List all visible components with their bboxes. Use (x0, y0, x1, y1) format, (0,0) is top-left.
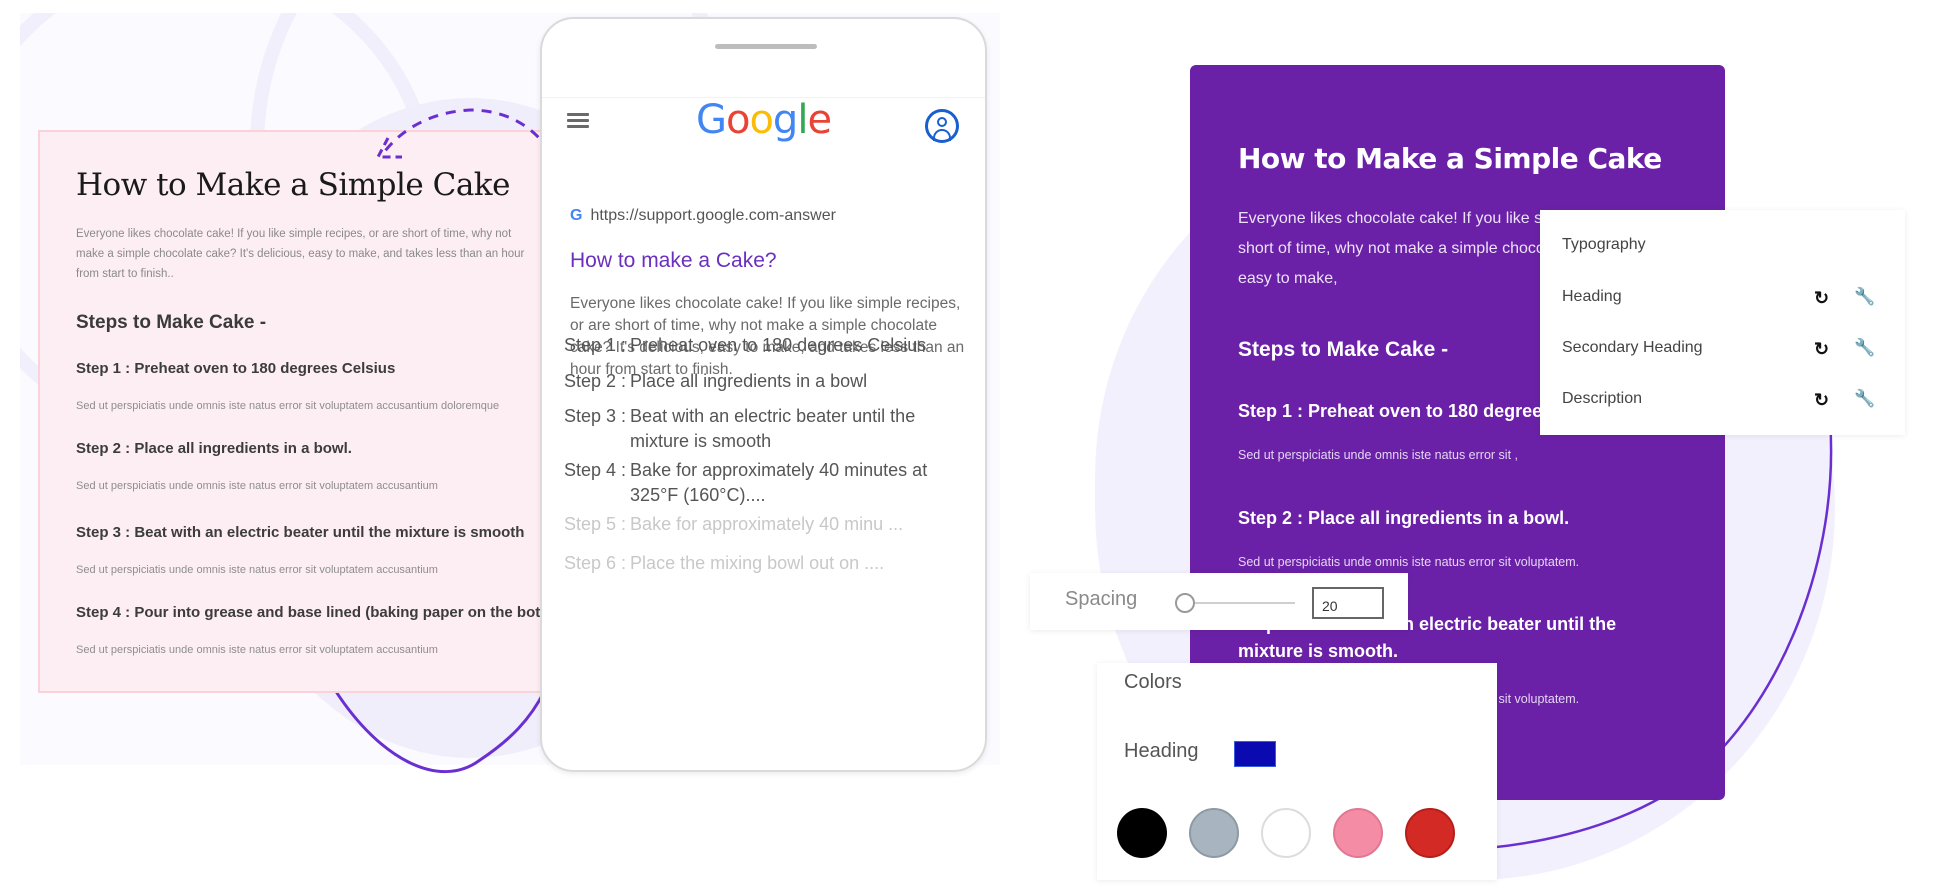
preview-title: How to Make a Simple Cake (1238, 142, 1662, 175)
row-label: Heading (1562, 288, 1622, 305)
step-label: Step 4 : (564, 460, 627, 480)
step-description: Sed ut perspiciatis unde omnis iste natu… (76, 480, 438, 492)
color-swatch-black[interactable] (1117, 808, 1167, 858)
reset-icon[interactable]: ↻ (1814, 339, 1829, 360)
step-title: Step 1 : Preheat oven to 180 degrees Cel… (76, 360, 396, 377)
step-text: Bake for approximately 40 minutes at 325… (630, 460, 928, 505)
phone-speaker (715, 44, 817, 49)
google-favicon-icon: G (570, 207, 583, 224)
result-url-row: Ghttps://support.google.com-answer (570, 207, 836, 225)
left-preview-card: How to Make a Simple Cake Everyone likes… (38, 130, 548, 693)
step-label: Step 1 : (564, 335, 627, 355)
result-url[interactable]: https://support.google.com-answer (590, 207, 835, 224)
color-swatch-white[interactable] (1261, 808, 1311, 858)
phone-step: Step 6 : Place the mixing bowl out on ...… (564, 551, 964, 576)
phone-step: Step 3 : Beat with an electric beater unt… (564, 404, 964, 454)
logo-letter: g (772, 97, 798, 143)
panel-title: Colors (1124, 671, 1182, 693)
step-label: Step 2 : (564, 371, 627, 391)
step-description: Sed ut perspiciatis unde omnis iste natu… (76, 564, 438, 576)
result-title-link[interactable]: How to make a Cake? (570, 249, 777, 273)
step-text: Place all ingredients in a bowl (630, 371, 868, 391)
step-title: Step 3 : Beat with an electric beater un… (76, 524, 525, 541)
step-description: Sed ut perspiciatis unde omnis iste natu… (76, 644, 438, 656)
steps-heading: Steps to Make Cake - (1238, 338, 1449, 361)
step-label: Step 3 : (564, 406, 627, 426)
color-swatch-gray[interactable] (1189, 808, 1239, 858)
typography-row-secondary-heading: Secondary Heading ↻ 🔧 (1562, 338, 1887, 363)
step-description: Sed ut perspiciatis unde omnis iste natu… (1238, 555, 1580, 569)
phone-step: Step 5 : Bake for approximately 40 minu .… (564, 512, 964, 537)
step-text: Preheat oven to 180 degrees Celsius (630, 335, 927, 355)
step-title: Step 2 : Place all ingredients in a bowl… (1238, 508, 1570, 528)
color-swatch-red[interactable] (1405, 808, 1455, 858)
spacing-label: Spacing (1065, 588, 1138, 610)
colors-panel: Colors Heading (1097, 663, 1497, 880)
step-title: Step 4 : Pour into grease and base lined… (76, 604, 548, 621)
step-label: Step 5 : (564, 514, 627, 534)
spacing-value-input[interactable] (1312, 587, 1384, 619)
steps-heading: Steps to Make Cake - (76, 312, 267, 333)
logo-letter: G (695, 97, 727, 143)
spacing-slider-track[interactable] (1180, 602, 1295, 604)
step-title: Step 2 : Place all ingredients in a bowl… (76, 440, 352, 457)
panel-title: Typography (1562, 236, 1646, 253)
step-text: Beat with an electric beater until the m… (630, 406, 916, 451)
account-circle-icon[interactable] (925, 109, 959, 143)
reset-icon[interactable]: ↻ (1814, 390, 1829, 411)
typography-row-description: Description ↻ 🔧 (1562, 389, 1887, 414)
typography-panel: Typography Heading ↻ 🔧 Secondary Heading… (1540, 210, 1905, 435)
google-logo: Google (542, 97, 985, 143)
step-description: Sed ut perspiciatis unde omnis iste natu… (1238, 448, 1518, 462)
row-label: Description (1562, 390, 1643, 407)
logo-letter: o (749, 97, 774, 143)
wrench-icon[interactable]: 🔧 (1854, 338, 1875, 358)
step-text: Place the mixing bowl out on .... (630, 553, 885, 573)
typography-row-heading: Heading ↻ 🔧 (1562, 287, 1887, 312)
spacing-panel: Spacing (1030, 573, 1408, 630)
wrench-icon[interactable]: 🔧 (1854, 287, 1875, 307)
logo-letter: o (725, 97, 751, 143)
phone-step: Step 1 : Preheat oven to 180 degrees Cels… (564, 333, 964, 358)
logo-letter: e (807, 97, 832, 143)
step-description: Sed ut perspiciatis unde omnis iste natu… (76, 400, 500, 412)
step-label: Step 6 : (564, 553, 627, 573)
row-label: Secondary Heading (1562, 339, 1703, 356)
color-swatch-pink[interactable] (1333, 808, 1383, 858)
heading-color-label: Heading (1124, 740, 1199, 762)
phone-step: Step 4 : Bake for approximately 40 minute… (564, 458, 964, 508)
preview-intro: Everyone likes chocolate cake! If you li… (76, 228, 525, 280)
spacing-slider-thumb[interactable] (1175, 593, 1195, 613)
wrench-icon[interactable]: 🔧 (1854, 389, 1875, 409)
reset-icon[interactable]: ↻ (1814, 288, 1829, 309)
phone-mockup: Google Ghttps://support.google.com-answe… (540, 17, 987, 772)
heading-color-swatch[interactable] (1234, 741, 1276, 767)
step-text: Bake for approximately 40 minu ... (630, 514, 904, 534)
logo-letter: l (797, 97, 808, 143)
phone-step: Step 2 : Place all ingredients in a bowl (564, 369, 964, 394)
preview-title: How to Make a Simple Cake (76, 167, 510, 203)
